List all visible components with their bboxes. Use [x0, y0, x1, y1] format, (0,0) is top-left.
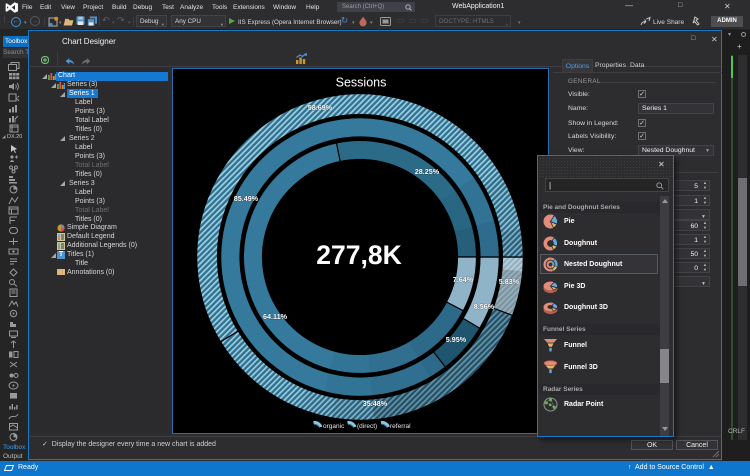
svg-text:8.56%: 8.56% — [474, 302, 495, 311]
svg-text:277,8K: 277,8K — [316, 240, 401, 270]
svg-text:Sessions: Sessions — [336, 76, 387, 90]
svg-text:7.64%: 7.64% — [453, 275, 474, 284]
svg-text:35.48%: 35.48% — [363, 399, 388, 408]
svg-text:58.69%: 58.69% — [308, 103, 333, 112]
svg-text:referral: referral — [390, 423, 411, 430]
svg-text:28.25%: 28.25% — [415, 167, 440, 176]
svg-text:85.49%: 85.49% — [234, 194, 259, 203]
svg-text:(direct): (direct) — [357, 423, 377, 430]
svg-text:5.95%: 5.95% — [446, 335, 467, 344]
svg-text:64.11%: 64.11% — [263, 312, 288, 321]
svg-text:organic: organic — [323, 423, 345, 430]
svg-text:5.83%: 5.83% — [499, 277, 520, 286]
